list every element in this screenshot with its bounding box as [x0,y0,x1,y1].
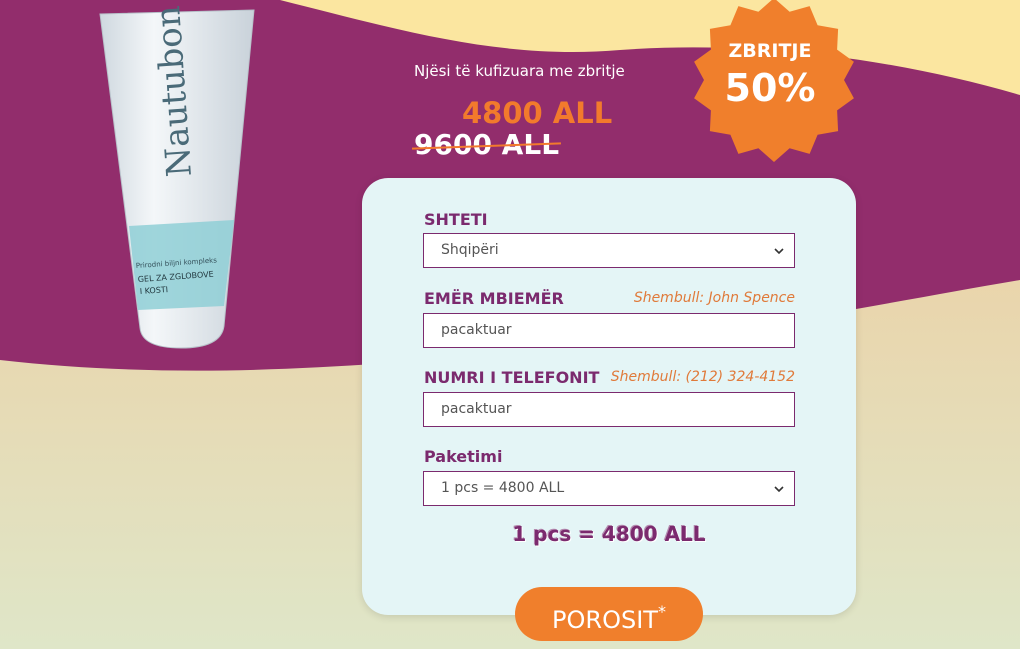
phone-label: NUMRI I TELEFONIT [424,368,600,387]
order-button-mark: * [657,602,666,621]
country-select[interactable]: Shqipëri [423,233,795,268]
order-button[interactable]: POROSIT* [515,587,703,641]
name-placeholder: pacaktuar [441,322,512,338]
name-hint: Shembull: John Spence [633,290,795,306]
product-image: Nautubone Prirodni biljni kompleks GEL Z… [99,6,255,349]
name-label: EMËR MBIEMËR [424,289,564,308]
name-input[interactable]: pacaktuar [423,313,795,348]
limited-units-text: Njësi të kufizuara me zbritje [414,62,625,80]
old-price: 9600 ALL [414,128,560,161]
order-summary: 1 pcs = 4800 ALL [512,522,706,546]
order-button-label: POROSIT [552,606,658,634]
package-label: Paketimi [424,447,503,466]
chevron-down-icon [774,248,784,255]
package-select[interactable]: 1 pcs = 4800 ALL [423,471,795,506]
phone-input[interactable]: pacaktuar [423,392,795,427]
discount-label: ZBRITJE [728,40,812,62]
country-label: SHTETI [424,210,488,229]
chevron-down-icon [774,486,784,493]
country-value: Shqipëri [441,242,499,258]
phone-hint: Shembull: (212) 324-4152 [610,369,795,385]
discount-value: 50% [724,66,816,110]
new-price: 4800 ALL [462,96,613,130]
discount-badge: ZBRITJE 50% [686,40,854,110]
phone-placeholder: pacaktuar [441,401,512,417]
package-value: 1 pcs = 4800 ALL [441,480,565,496]
